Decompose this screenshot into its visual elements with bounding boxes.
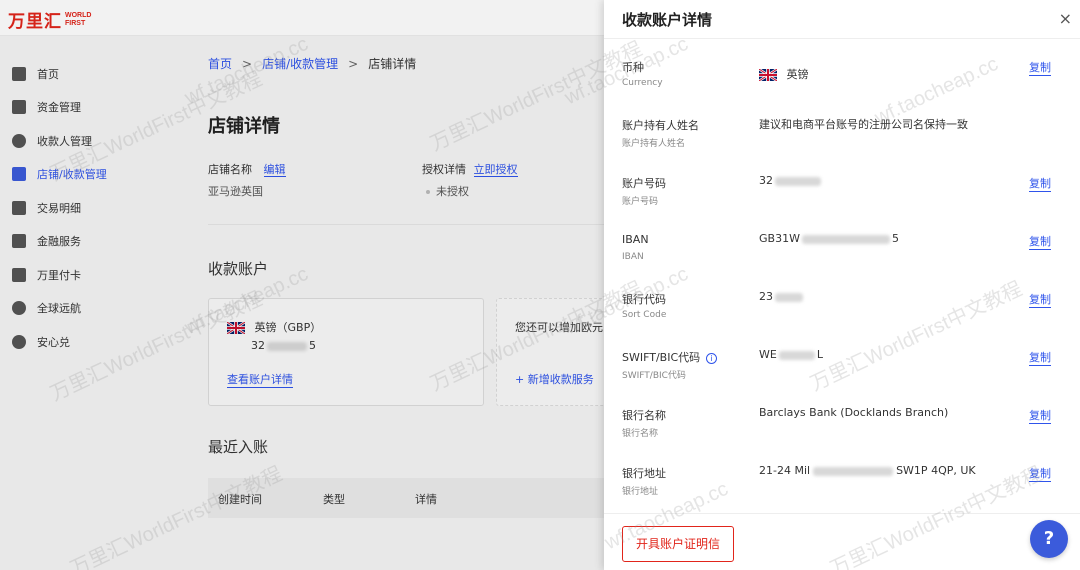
bank-address-value: 21-24 Mil SW1P 4QP, UK — [759, 464, 976, 477]
copy-sort-code-button[interactable]: 复制 — [1029, 291, 1051, 308]
close-icon[interactable]: × — [1059, 9, 1072, 28]
copy-account-number-button[interactable]: 复制 — [1029, 175, 1051, 192]
account-number-text: 32 — [759, 174, 773, 187]
uk-flag-icon — [759, 69, 777, 81]
sort-code-text: 23 — [759, 290, 773, 303]
info-icon[interactable]: i — [706, 352, 718, 364]
copy-bank-address-button[interactable]: 复制 — [1029, 465, 1051, 482]
copy-swift-button[interactable]: 复制 — [1029, 349, 1051, 366]
redaction-blur — [778, 350, 815, 360]
row-label: 银行地址 — [622, 467, 666, 480]
row-label: 银行代码 — [622, 293, 666, 306]
help-button[interactable]: ? — [1030, 520, 1068, 558]
row-label: 账户号码 — [622, 177, 666, 190]
swift-label-row: SWIFT/BIC代码 i — [622, 349, 718, 365]
currency-value: 英镑 — [759, 66, 809, 82]
row-label: SWIFT/BIC代码 — [622, 351, 701, 364]
bank-address-suffix: SW1P 4QP, UK — [896, 464, 976, 477]
row-label: 账户持有人姓名 — [622, 119, 699, 132]
row-label: 币种 — [622, 61, 644, 74]
row-sublabel: 银行名称 — [622, 429, 659, 439]
divider — [604, 38, 1080, 39]
iban-suffix: 5 — [891, 232, 899, 245]
redaction-blur — [813, 466, 894, 476]
bank-name-value: Barclays Bank (Docklands Branch) — [759, 406, 949, 419]
redaction-blur — [775, 176, 821, 186]
row-sublabel: Sort Code — [622, 310, 667, 320]
swift-value: WE L — [759, 348, 823, 361]
divider — [604, 513, 1080, 514]
row-sublabel: 账户持有人姓名 — [622, 139, 686, 149]
account-number-value: 32 — [759, 174, 821, 187]
modal-overlay[interactable] — [0, 0, 604, 570]
copy-currency-button[interactable]: 复制 — [1029, 59, 1051, 76]
copy-bank-name-button[interactable]: 复制 — [1029, 407, 1051, 424]
row-sublabel: SWIFT/BIC代码 — [622, 371, 686, 381]
redaction-blur — [775, 292, 803, 302]
row-sublabel: IBAN — [622, 252, 644, 262]
copy-iban-button[interactable]: 复制 — [1029, 233, 1051, 250]
account-certificate-button[interactable]: 开具账户证明信 — [622, 526, 734, 562]
drawer-title: 收款账户详情 — [622, 11, 713, 29]
row-sublabel: 账户号码 — [622, 197, 659, 207]
sort-code-value: 23 — [759, 290, 803, 303]
row-sublabel: Currency — [622, 78, 663, 88]
swift-suffix: L — [816, 348, 823, 361]
row-label: 银行名称 — [622, 409, 666, 422]
iban-value: GB31W 5 — [759, 232, 899, 245]
redaction-blur — [801, 234, 890, 244]
account-details-drawer: 收款账户详情 × 币种 Currency 英镑 复制 账户持有人姓名 账户持有人… — [604, 0, 1080, 570]
row-sublabel: 银行地址 — [622, 487, 659, 497]
holder-value: 建议和电商平台账号的注册公司名保持一致 — [759, 118, 968, 131]
iban-prefix: GB31W — [759, 232, 800, 245]
bank-address-prefix: 21-24 Mil — [759, 464, 811, 477]
row-label: IBAN — [622, 233, 649, 246]
currency-text: 英镑 — [786, 68, 809, 81]
swift-prefix: WE — [759, 348, 777, 361]
